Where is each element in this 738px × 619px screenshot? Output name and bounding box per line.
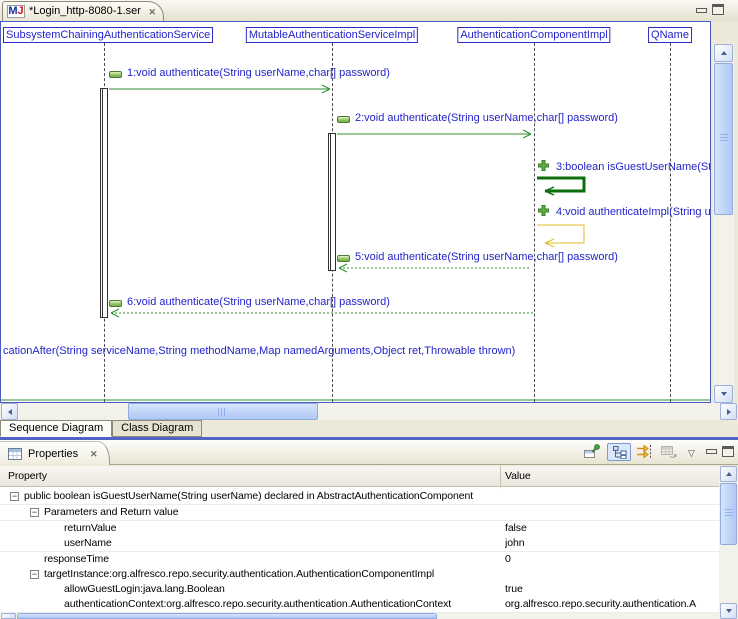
column-divider[interactable] xyxy=(500,466,501,486)
property-value: org.alfresco.repo.security.authenticatio… xyxy=(505,597,717,612)
properties-horizontal-scrollbar[interactable] xyxy=(0,613,719,619)
method-call-icon xyxy=(109,71,122,78)
restore-default-value-icon[interactable] xyxy=(660,444,680,461)
property-name: allowGuestLogin:java.lang.Boolean xyxy=(64,582,498,597)
property-value: true xyxy=(505,582,717,597)
clipped-method-label[interactable]: cationAfter(String serviceName,String me… xyxy=(3,345,515,358)
scroll-left-button[interactable] xyxy=(1,403,18,420)
method-call-icon xyxy=(337,116,350,123)
expand-call-icon[interactable] xyxy=(538,160,549,171)
maintainj-logo-icon: MJ xyxy=(7,5,25,18)
scroll-up-button[interactable] xyxy=(714,44,733,62)
left-arrow-icon xyxy=(8,409,12,415)
properties-title-bar: Properties ✕ xyxy=(0,440,738,465)
message-2-line[interactable] xyxy=(337,130,531,138)
expand-call-icon[interactable] xyxy=(538,205,549,216)
thumb-grip xyxy=(725,509,733,518)
tree-mode-icon[interactable] xyxy=(607,443,631,461)
sequence-diagram-canvas: SubsystemChainingAuthenticationService M… xyxy=(0,21,711,403)
properties-vertical-scrollbar[interactable] xyxy=(719,466,738,619)
maximize-editor-icon[interactable] xyxy=(712,4,724,15)
scroll-down-button[interactable] xyxy=(714,385,733,403)
property-row-responsetime[interactable]: responseTime 0 xyxy=(0,552,719,568)
property-row-returnvalue[interactable]: returnValue false xyxy=(0,521,719,537)
tab-sequence-diagram[interactable]: Sequence Diagram xyxy=(0,420,112,437)
property-row-authenticationcontext[interactable]: authenticationContext:org.alfresco.repo.… xyxy=(0,597,719,613)
editor-tab-bar: MJ *Login_http-8080-1.ser ✕ xyxy=(0,0,738,21)
right-arrow-icon xyxy=(727,409,731,415)
property-name: userName xyxy=(64,536,498,551)
message-4-label[interactable]: 4:void authenticateImpl(String us xyxy=(556,206,711,219)
properties-table: − public boolean isGuestUserName(String … xyxy=(0,487,719,613)
editor-tab-title: *Login_http-8080-1.ser xyxy=(29,5,141,17)
diagram-horizontal-scrollbar[interactable] xyxy=(0,403,738,420)
message-3-self-loop-selected[interactable] xyxy=(537,178,584,191)
thumb-grip xyxy=(218,408,227,416)
message-4-self-loop[interactable] xyxy=(537,225,584,243)
properties-column-header: Property Value xyxy=(0,466,719,487)
message-1-line[interactable] xyxy=(109,85,330,93)
editor-tab[interactable]: MJ *Login_http-8080-1.ser ✕ xyxy=(2,1,164,21)
close-properties-view-icon[interactable]: ✕ xyxy=(90,449,97,460)
up-arrow-icon xyxy=(721,51,727,55)
horizontal-scroll-thumb[interactable] xyxy=(128,403,318,420)
message-5-label[interactable]: 5:void authenticate(String userName,char… xyxy=(355,251,618,264)
properties-table-icon xyxy=(8,448,22,460)
scroll-right-button[interactable] xyxy=(720,403,737,420)
column-header-property[interactable]: Property xyxy=(8,466,47,486)
show-advanced-properties-icon[interactable] xyxy=(636,444,656,461)
property-value: john xyxy=(505,536,717,551)
maximize-view-icon[interactable] xyxy=(722,446,734,457)
minimize-view-icon[interactable] xyxy=(706,449,717,454)
property-row-username[interactable]: userName john xyxy=(0,536,719,552)
property-name: targetInstance:org.alfresco.repo.securit… xyxy=(44,567,498,582)
property-name: responseTime xyxy=(44,552,498,567)
method-return-icon xyxy=(337,255,350,262)
scroll-down-button[interactable] xyxy=(720,603,737,619)
down-arrow-icon xyxy=(726,609,732,613)
message-2-label[interactable]: 2:void authenticate(String userName,char… xyxy=(355,112,618,125)
tab-class-diagram[interactable]: Class Diagram xyxy=(112,420,202,437)
message-1-label[interactable]: 1:void authenticate(String userName,char… xyxy=(127,67,390,80)
collapse-toggle[interactable]: − xyxy=(10,492,19,501)
message-6-label[interactable]: 6:void authenticate(String userName,char… xyxy=(127,296,390,309)
collapse-toggle[interactable]: − xyxy=(30,570,39,579)
logo-letter-m: M xyxy=(8,5,17,17)
scroll-up-button[interactable] xyxy=(720,466,737,482)
thumb-grip xyxy=(720,134,728,143)
horizontal-scroll-thumb[interactable] xyxy=(17,613,437,619)
maintainj-workbench: MJ *Login_http-8080-1.ser ✕ SubsystemCha… xyxy=(0,0,738,619)
diagram-view-tabs: Sequence Diagram Class Diagram xyxy=(0,420,738,437)
vertical-scroll-thumb[interactable] xyxy=(714,63,733,215)
property-value: 0 xyxy=(505,552,717,567)
property-value: false xyxy=(505,521,717,536)
property-row-isguestusername[interactable]: − public boolean isGuestUserName(String … xyxy=(0,489,719,505)
pin-view-icon[interactable] xyxy=(583,444,603,461)
method-return-icon xyxy=(109,300,122,307)
properties-view-title: Properties xyxy=(28,448,78,460)
close-editor-tab-icon[interactable]: ✕ xyxy=(148,7,156,18)
down-arrow-icon xyxy=(721,392,727,396)
vertical-scroll-thumb[interactable] xyxy=(720,483,737,545)
property-name: returnValue xyxy=(64,521,498,536)
message-3-label[interactable]: 3:boolean isGuestUserName(Strin xyxy=(556,161,711,174)
property-name: authenticationContext:org.alfresco.repo.… xyxy=(64,597,498,612)
scroll-left-button[interactable] xyxy=(1,613,16,619)
diagram-vertical-scrollbar[interactable] xyxy=(713,44,734,403)
logo-letter-j: J xyxy=(18,5,24,17)
property-name: Parameters and Return value xyxy=(44,505,498,520)
collapse-toggle[interactable]: − xyxy=(30,508,39,517)
view-menu-icon[interactable]: ▽ xyxy=(688,448,695,458)
minimize-editor-icon[interactable] xyxy=(696,8,707,13)
property-row-allowguestlogin[interactable]: allowGuestLogin:java.lang.Boolean true xyxy=(0,582,719,598)
property-row-targetinstance[interactable]: − targetInstance:org.alfresco.repo.secur… xyxy=(0,567,719,583)
property-name: public boolean isGuestUserName(String us… xyxy=(24,489,498,504)
up-arrow-icon xyxy=(726,472,732,476)
property-row-parameters[interactable]: − Parameters and Return value xyxy=(0,505,719,521)
properties-view: Properties ✕ xyxy=(0,440,738,619)
column-header-value[interactable]: Value xyxy=(505,466,531,486)
properties-view-tab[interactable]: Properties ✕ xyxy=(0,441,110,465)
